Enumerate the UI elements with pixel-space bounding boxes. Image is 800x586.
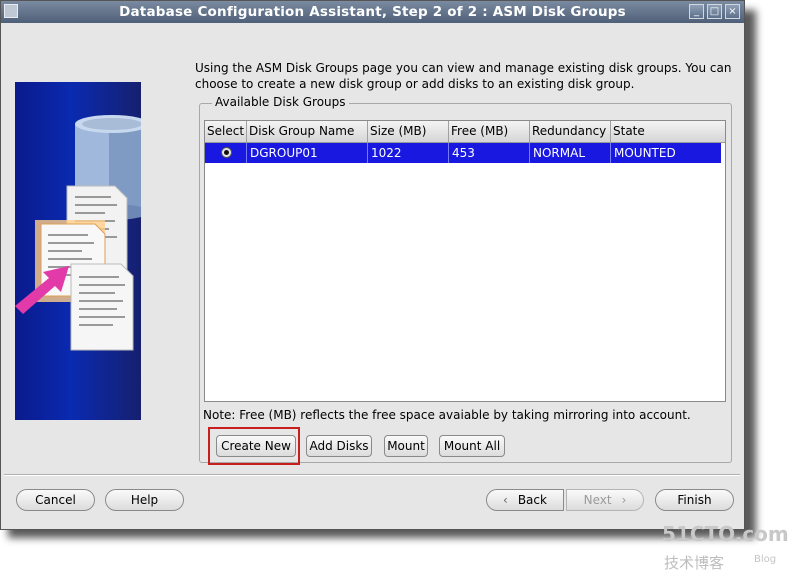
cell-disk-group-name: DGROUP01 — [247, 143, 368, 163]
table-header: Select Disk Group Name Size (MB) Free (M… — [205, 121, 725, 143]
finish-button[interactable]: Finish — [655, 489, 734, 511]
back-button[interactable]: ‹ Back — [486, 489, 564, 511]
watermark-site: 51CTO.com — [662, 522, 789, 546]
intro-text: Using the ASM Disk Groups page you can v… — [195, 61, 732, 91]
watermark-blog: Blog — [754, 554, 777, 565]
cell-free: 453 — [449, 143, 530, 163]
column-header-size[interactable]: Size (MB) — [368, 121, 449, 142]
window-title: Database Configuration Assistant, Step 2… — [119, 4, 626, 20]
help-button[interactable]: Help — [105, 489, 184, 511]
cell-size: 1022 — [368, 143, 449, 163]
row-select-cell[interactable] — [205, 143, 247, 163]
free-space-note: Note: Free (MB) reflects the free space … — [203, 408, 691, 422]
chevron-left-icon: ‹ — [503, 493, 508, 507]
database-documents-illustration — [15, 115, 141, 351]
column-header-name[interactable]: Disk Group Name — [247, 121, 368, 142]
title-bar[interactable]: Database Configuration Assistant, Step 2… — [1, 1, 744, 23]
next-button: Next › — [566, 489, 644, 511]
column-header-redundancy[interactable]: Redundancy — [530, 121, 611, 142]
chevron-right-icon: › — [621, 493, 627, 507]
row-radio-button[interactable] — [221, 147, 232, 158]
watermark-blog-cn: 技术博客 — [664, 554, 725, 572]
column-header-select[interactable]: Select — [205, 121, 247, 142]
add-disks-button[interactable]: Add Disks — [306, 435, 372, 457]
back-button-label: Back — [517, 493, 547, 507]
cancel-button[interactable]: Cancel — [16, 489, 95, 511]
wizard-illustration — [15, 82, 141, 420]
column-header-state[interactable]: State — [611, 121, 721, 142]
create-new-button[interactable]: Create New — [216, 435, 296, 457]
disk-groups-table[interactable]: Select Disk Group Name Size (MB) Free (M… — [204, 120, 726, 402]
footer-separator — [4, 474, 740, 476]
cell-redundancy: NORMAL — [530, 143, 611, 163]
mount-button[interactable]: Mount — [384, 435, 428, 457]
maximize-button[interactable]: □ — [707, 4, 722, 19]
next-button-label: Next — [583, 493, 612, 507]
panel-legend: Available Disk Groups — [212, 95, 349, 109]
cell-state: MOUNTED — [614, 146, 676, 160]
column-header-free[interactable]: Free (MB) — [449, 121, 530, 142]
table-row[interactable]: DGROUP01 1022 453 NORMAL MOUNTED — [205, 143, 721, 163]
minimize-button[interactable]: _ — [689, 4, 704, 19]
close-button[interactable]: × — [725, 4, 740, 19]
mount-all-button[interactable]: Mount All — [439, 435, 505, 457]
